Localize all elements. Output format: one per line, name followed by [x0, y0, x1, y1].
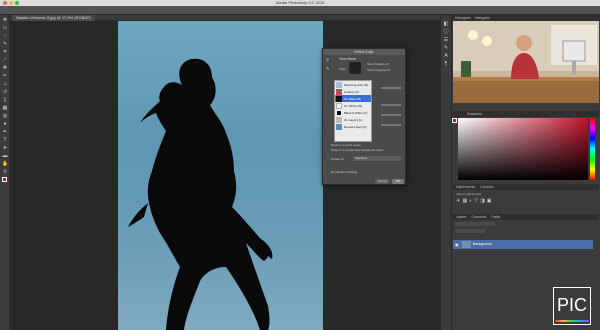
- marquee-tool-icon[interactable]: ▭: [2, 25, 8, 31]
- eyedropper-tool-icon[interactable]: ⟋: [2, 57, 8, 63]
- output-select[interactable]: Selection: [353, 156, 401, 161]
- character-panel-icon[interactable]: A: [443, 53, 449, 59]
- color-panel-tabs: Swatches: [453, 111, 599, 117]
- tools-panel: ✥ ▭ ◌ ✎ ⌗ ⟋ ✚ ✏ ⊥ ↺ ▯ ▦ ◍ ● ✒ T ➤ ▬ ✋ ⚲: [0, 15, 10, 330]
- feather-slider[interactable]: [381, 114, 401, 116]
- zoom-icon[interactable]: [15, 1, 19, 5]
- show-original-option[interactable]: Show Original (P): [367, 68, 391, 72]
- properties-panel-icon[interactable]: ☰: [443, 37, 449, 43]
- eraser-tool-icon[interactable]: ▯: [2, 97, 8, 103]
- tab-libraries[interactable]: Libraries: [480, 184, 493, 190]
- contrast-slider[interactable]: [381, 124, 401, 126]
- paragraph-panel-icon[interactable]: ¶: [443, 61, 449, 67]
- view-thumb-icon: [336, 95, 342, 102]
- tab-layers[interactable]: Layers: [456, 214, 467, 220]
- view-option-selected[interactable]: On Black (B): [335, 95, 371, 102]
- view-thumb-icon: [336, 123, 342, 130]
- adjustments-tabs: Adjustments Libraries: [453, 184, 599, 190]
- radius-slider[interactable]: [381, 87, 401, 89]
- history-panel-icon[interactable]: ◧: [443, 21, 449, 27]
- panel-icon-strip: ◧ ⓘ ☰ ✎ A ¶: [440, 15, 452, 330]
- navigator-photo: [453, 21, 599, 103]
- view-option[interactable]: Marching Ants (M): [335, 81, 371, 88]
- path-select-icon[interactable]: ➤: [2, 145, 8, 151]
- options-bar: [0, 6, 600, 15]
- cancel-button[interactable]: Cancel: [375, 179, 389, 184]
- info-panel-icon[interactable]: ⓘ: [443, 29, 449, 35]
- blend-mode-select[interactable]: [455, 229, 485, 233]
- view-option[interactable]: Black & White (K): [335, 109, 371, 116]
- history-brush-icon[interactable]: ↺: [2, 89, 8, 95]
- pen-tool-icon[interactable]: ✒: [2, 129, 8, 135]
- tab-channels[interactable]: Channels: [472, 214, 487, 220]
- silhouette-figure: [128, 58, 273, 330]
- view-thumbnail[interactable]: [349, 62, 361, 74]
- view-option[interactable]: On Layers (L): [335, 116, 371, 123]
- quick-select-tool-icon[interactable]: ✎: [2, 41, 8, 47]
- view-mode-menu: Marching Ants (M) Overlay (V) On Black (…: [334, 80, 372, 142]
- crop-tool-icon[interactable]: ⌗: [2, 49, 8, 55]
- layer-filter-select[interactable]: [455, 222, 495, 226]
- view-option[interactable]: Reveal Layer (R): [335, 123, 371, 130]
- color-swatch-icon[interactable]: [2, 177, 8, 185]
- gradient-tool-icon[interactable]: ▦: [2, 105, 8, 111]
- canvas-image[interactable]: [118, 21, 323, 330]
- zoom-icon-tool[interactable]: ⚲: [326, 58, 330, 62]
- brush-panel-icon[interactable]: ✎: [443, 45, 449, 51]
- dialog-title: Refine Edge: [323, 49, 405, 55]
- close-icon[interactable]: [3, 1, 7, 5]
- layer-thumbnail: [462, 241, 471, 248]
- adjustments-hint: Add an adjustment: [456, 192, 482, 196]
- navigator-thumbnail[interactable]: [453, 21, 599, 103]
- view-label: View:: [339, 67, 347, 71]
- zoom-tool-icon[interactable]: ⚲: [2, 169, 8, 175]
- foreground-color-icon[interactable]: [452, 118, 457, 123]
- layer-row-background[interactable]: ◉ Background: [453, 240, 593, 249]
- layer-name: Background: [473, 242, 492, 246]
- window-controls: [3, 1, 19, 5]
- view-option[interactable]: On White (W): [335, 102, 371, 109]
- window-title: Adobe Photoshop CC 2015: [275, 0, 325, 5]
- show-radius-option[interactable]: Show Radius (J): [367, 62, 389, 66]
- tab-swatches[interactable]: Swatches: [467, 112, 482, 116]
- remember-settings-checkbox[interactable]: Remember Settings: [331, 170, 358, 174]
- hint-disable: Press X to temporarily disable all views…: [331, 148, 384, 152]
- hue-slider[interactable]: [590, 118, 595, 180]
- view-thumb-icon: [336, 109, 342, 116]
- brush-refine-icon[interactable]: ✎: [326, 67, 330, 71]
- logo-color-bar: [555, 320, 589, 322]
- adjustment-icons[interactable]: ☀▦◐▽◨▣: [456, 198, 494, 204]
- view-mode-heading: View Mode: [339, 57, 357, 61]
- brush-tool-icon[interactable]: ✏: [2, 73, 8, 79]
- view-thumb-icon: [336, 102, 342, 109]
- blur-tool-icon[interactable]: ◍: [2, 113, 8, 119]
- type-tool-icon[interactable]: T: [2, 137, 8, 143]
- hand-tool-icon[interactable]: ✋: [2, 161, 8, 167]
- ok-button[interactable]: OK: [392, 179, 404, 184]
- healing-tool-icon[interactable]: ✚: [2, 65, 8, 71]
- move-tool-icon[interactable]: ✥: [2, 17, 8, 23]
- view-option[interactable]: Overlay (V): [335, 88, 371, 95]
- lasso-tool-icon[interactable]: ◌: [2, 33, 8, 39]
- shape-tool-icon[interactable]: ▬: [2, 153, 8, 159]
- color-picker-field[interactable]: [458, 118, 588, 180]
- output-label: Output To:: [331, 157, 345, 161]
- tab-paths[interactable]: Paths: [491, 214, 500, 220]
- tab-adjustments[interactable]: Adjustments: [456, 184, 475, 190]
- stamp-tool-icon[interactable]: ⊥: [2, 81, 8, 87]
- minimize-icon[interactable]: [9, 1, 13, 5]
- hint-cycle: Press F to cycle views.: [331, 143, 362, 147]
- eye-icon[interactable]: ◉: [455, 242, 459, 247]
- view-thumb-icon: [336, 88, 342, 95]
- smooth-slider[interactable]: [381, 104, 401, 106]
- view-thumb-icon: [336, 81, 342, 88]
- layers-tabs: Layers Channels Paths: [453, 214, 599, 220]
- view-thumb-icon: [336, 116, 342, 123]
- dodge-tool-icon[interactable]: ●: [2, 121, 8, 127]
